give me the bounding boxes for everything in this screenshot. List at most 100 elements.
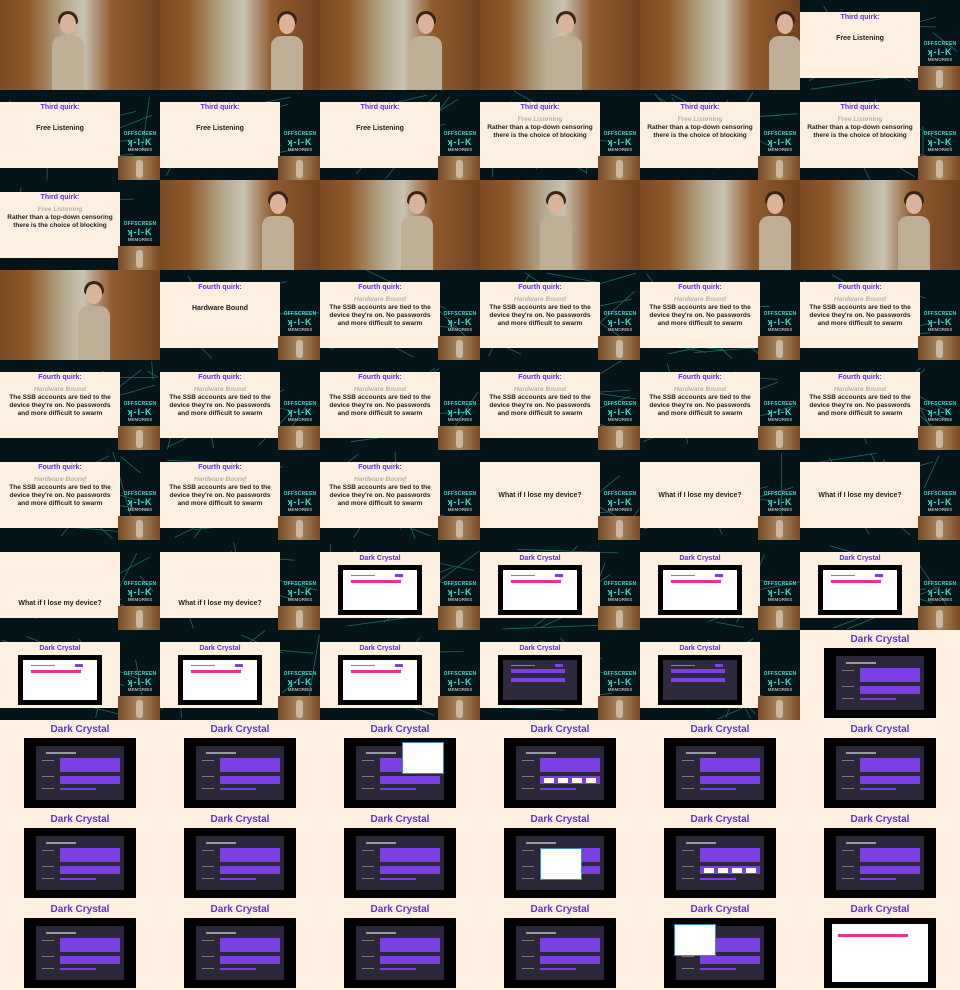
logo-line: ʞ-I-K	[767, 137, 793, 147]
app-screenshot	[338, 565, 422, 615]
app-panel	[380, 776, 440, 784]
speaker-figure	[536, 191, 576, 270]
speaker-frame	[640, 180, 800, 270]
app-header-line	[511, 575, 535, 576]
slide-heading: Dark Crystal	[210, 904, 270, 915]
slide-heading: Fourth quirk:	[678, 284, 722, 291]
logo-line: MEMORIES	[767, 327, 793, 332]
slide-heading: Dark Crystal	[50, 904, 110, 915]
slide-heading: Dark Crystal	[370, 724, 430, 735]
festival-logo: OFFSCREEN ʞ-I-K MEMORIES	[762, 401, 798, 427]
slide-heading: Dark Crystal	[850, 634, 910, 645]
logo-line: MEMORIES	[927, 597, 953, 602]
logo-line: MEMORIES	[767, 507, 793, 512]
slide-frame: Fourth quirk: Hardware Bound The SSB accou…	[800, 360, 960, 450]
slide-frame: Third quirk: Free Listening Rather than a …	[800, 90, 960, 180]
slide-heading: Dark Crystal	[690, 724, 750, 735]
speaker-thumbnail	[918, 426, 960, 450]
speaker-figure	[74, 281, 114, 360]
logo-line: MEMORIES	[607, 597, 633, 602]
slide-heading: Third quirk:	[840, 14, 880, 21]
speaker-frame	[0, 0, 160, 90]
festival-logo: OFFSCREEN ʞ-I-K MEMORIES	[762, 581, 798, 607]
festival-logo: OFFSCREEN ʞ-I-K MEMORIES	[762, 311, 798, 337]
slide-heading: Dark Crystal	[370, 904, 430, 915]
speaker-body	[52, 36, 84, 90]
logo-line: MEMORIES	[607, 147, 633, 152]
app-label	[362, 940, 374, 941]
speaker-thumbnail	[758, 516, 800, 540]
slide-heading: Dark Crystal	[50, 814, 110, 825]
slide-card: Fourth quirk: Hardware Bound	[160, 282, 280, 348]
app-screenshot	[498, 655, 582, 705]
logo-line: MEMORIES	[607, 687, 633, 692]
app-panel	[380, 788, 416, 790]
slide-frame: Fourth quirk: Hardware Bound The SSB accou…	[160, 360, 320, 450]
speaker-head	[408, 194, 425, 214]
slide-body: The SSB accounts are tied to the device …	[809, 304, 911, 327]
app-label	[202, 760, 214, 761]
festival-logo: OFFSCREEN ʞ-I-K MEMORIES	[922, 131, 958, 157]
speaker-thumbnail	[278, 156, 320, 180]
logo-line: ʞ-I-K	[127, 587, 153, 597]
festival-logo: OFFSCREEN ʞ-I-K MEMORIES	[922, 491, 958, 517]
speaker-figure	[258, 191, 298, 270]
app-header-line	[46, 752, 76, 754]
festival-logo: OFFSCREEN ʞ-I-K MEMORIES	[442, 311, 478, 337]
speaker-frame	[640, 0, 800, 90]
logo-line: ʞ-I-K	[447, 497, 473, 507]
app-pill	[544, 778, 554, 783]
app-panel	[860, 698, 896, 700]
slide-card: Fourth quirk: Hardware Bound The SSB accou…	[800, 282, 920, 348]
app-header-line	[351, 665, 375, 666]
app-label	[682, 968, 694, 969]
app-label	[42, 760, 54, 761]
app-screenshot	[184, 918, 296, 988]
app-panel	[700, 848, 760, 862]
logo-line: MEMORIES	[607, 417, 633, 422]
speaker-frame	[320, 0, 480, 90]
speaker-body	[400, 216, 433, 270]
app-label	[362, 878, 374, 879]
speaker-figure	[48, 11, 88, 90]
speaker-figure	[397, 191, 437, 270]
slide-question: What if I lose my device?	[658, 492, 742, 499]
slide-title: Hardware Bound	[833, 296, 886, 303]
slide-card: What if I lose my device?	[640, 462, 760, 528]
logo-line: MEMORIES	[127, 687, 153, 692]
speaker-thumbnail	[598, 606, 640, 630]
slide-frame: What if I lose my device? OFFSCREEN ʞ-I-K M…	[640, 450, 800, 540]
speaker-thumbnail	[438, 606, 480, 630]
logo-line: ʞ-I-K	[447, 407, 473, 417]
app-label	[42, 850, 54, 851]
logo-line: ʞ-I-K	[127, 407, 153, 417]
app-window	[356, 926, 444, 980]
logo-line: ʞ-I-K	[607, 317, 633, 327]
slide-card: Fourth quirk: Hardware Bound The SSB accou…	[320, 282, 440, 348]
logo-line: MEMORIES	[127, 417, 153, 422]
festival-logo: OFFSCREEN ʞ-I-K MEMORIES	[282, 581, 318, 607]
speaker-figure	[267, 11, 307, 90]
slide-body: The SSB accounts are tied to the device …	[809, 394, 911, 417]
festival-logo: OFFSCREEN ʞ-I-K MEMORIES	[922, 401, 958, 427]
slide-title: Hardware Bound	[833, 386, 886, 393]
logo-line: ʞ-I-K	[767, 497, 793, 507]
speaker-thumbnail	[438, 336, 480, 360]
dark-crystal-frame: Dark Crystal	[0, 900, 160, 990]
app-panel	[220, 866, 280, 874]
slide-title: Free Listening	[36, 125, 84, 132]
speaker-frame	[800, 180, 960, 270]
logo-line: MEMORIES	[447, 147, 473, 152]
app-header-line	[671, 665, 695, 666]
festival-logo: OFFSCREEN ʞ-I-K MEMORIES	[602, 491, 638, 517]
slide-card: What if I lose my device?	[800, 462, 920, 528]
slide-heading: Dark Crystal	[519, 645, 561, 652]
slide-heading: Dark Crystal	[839, 555, 881, 562]
app-label	[842, 878, 854, 879]
dark-crystal-frame: Dark Crystal	[320, 810, 480, 900]
app-label	[522, 850, 534, 851]
app-panel	[220, 848, 280, 862]
app-screenshot	[504, 738, 616, 808]
slide-card: Dark Crystal	[0, 642, 120, 708]
slide-body: Rather than a top-down censoring there i…	[487, 124, 593, 139]
